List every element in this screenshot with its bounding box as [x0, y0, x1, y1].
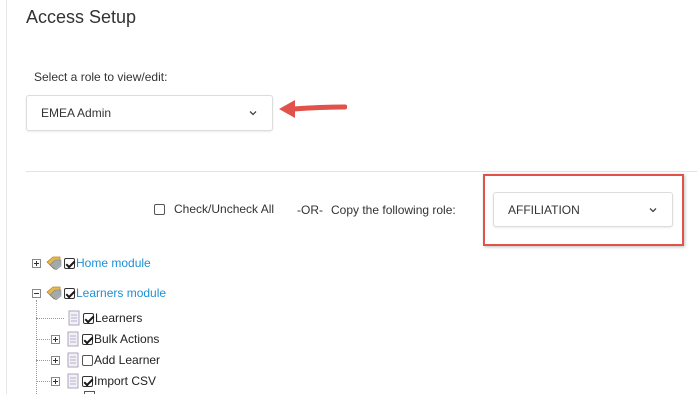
document-icon: [67, 373, 79, 389]
expand-icon[interactable]: [51, 355, 60, 365]
highlight-annotation-box: [483, 174, 684, 246]
home-module-checkbox[interactable]: [64, 257, 75, 269]
tree-connector: [36, 381, 50, 382]
copy-role-label: Copy the following role:: [331, 203, 456, 217]
add-learner-label: Add Learner: [94, 353, 161, 367]
learners-label: Learners: [95, 311, 143, 325]
add-learner-checkbox[interactable]: [82, 354, 93, 366]
expand-icon[interactable]: [51, 376, 60, 386]
import-csv-checkbox[interactable]: [82, 375, 93, 387]
collapse-icon[interactable]: [32, 288, 41, 298]
document-icon: [67, 352, 79, 368]
expand-icon[interactable]: [51, 334, 60, 344]
tree-connector: [36, 318, 64, 319]
tree-node-bulk-actions[interactable]: Bulk Actions: [51, 331, 159, 347]
document-icon: [68, 310, 80, 326]
section-divider: [26, 171, 697, 172]
check-all-checkbox[interactable]: [154, 203, 165, 215]
role-select[interactable]: EMEA Admin: [26, 95, 273, 131]
learners-module-checkbox[interactable]: [64, 287, 75, 299]
tag-icon: [46, 256, 62, 270]
expand-icon[interactable]: [32, 258, 41, 268]
tree-connector: [36, 300, 37, 394]
home-module-link[interactable]: Home module: [76, 256, 151, 270]
tree-node-add-learner[interactable]: Add Learner: [51, 352, 160, 368]
learners-checkbox[interactable]: [83, 312, 94, 324]
left-border: [6, 0, 7, 394]
bulk-actions-checkbox[interactable]: [82, 333, 93, 345]
learners-module-link[interactable]: Learners module: [76, 286, 166, 300]
check-all-control[interactable]: Check/Uncheck All: [154, 202, 274, 216]
tree-node-learners[interactable]: Learners: [67, 310, 142, 326]
tree-node-home-module[interactable]: Home module: [32, 255, 151, 271]
chevron-down-icon: [249, 111, 257, 116]
tree-connector: [36, 360, 50, 361]
document-icon: [67, 331, 79, 347]
role-select-label: Select a role to view/edit:: [34, 70, 168, 84]
tree-node-learners-module[interactable]: Learners module: [32, 285, 166, 301]
role-select-value: EMEA Admin: [41, 106, 112, 120]
red-arrow-annotation: [279, 100, 347, 118]
or-separator: -OR-: [297, 203, 323, 217]
page-title: Access Setup: [26, 7, 137, 27]
tree-connector: [36, 339, 50, 340]
bulk-actions-label: Bulk Actions: [94, 332, 160, 346]
tag-icon: [46, 286, 62, 300]
check-all-label: Check/Uncheck All: [174, 202, 275, 216]
tree-node-import-csv[interactable]: Import CSV: [51, 373, 156, 389]
import-csv-label: Import CSV: [94, 374, 157, 388]
